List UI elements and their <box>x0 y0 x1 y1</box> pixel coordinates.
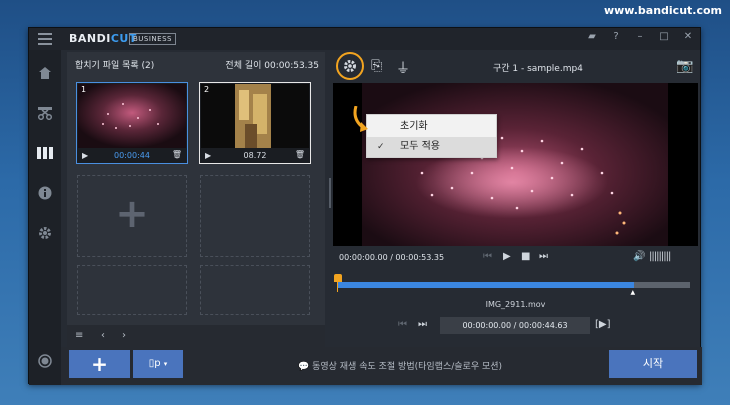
hamburger-menu-icon[interactable] <box>38 33 52 45</box>
file-item-2[interactable]: 2 ▶ 08.72 🗑 <box>199 82 311 164</box>
panel-splitter[interactable] <box>329 178 331 208</box>
video-preview[interactable] <box>333 83 698 246</box>
fireworks-thumbnail <box>78 84 186 148</box>
chevron-left-icon[interactable]: ‹ <box>101 330 105 341</box>
home-icon[interactable] <box>29 58 61 88</box>
merge-icon[interactable] <box>29 138 61 168</box>
settings-button[interactable] <box>336 52 364 80</box>
play-icon[interactable]: ▶ <box>205 151 211 160</box>
segment-prev-icon[interactable]: ⏮ <box>398 319 407 330</box>
output-mode-button[interactable]: ▯p ▾ <box>133 350 183 378</box>
next-frame-icon[interactable]: ⏭ <box>539 251 548 262</box>
play-icon[interactable]: ▶ <box>82 151 88 160</box>
file-item-bar: ▶ 00:00:44 🗑 <box>77 148 187 163</box>
file-list-header: 합치기 파일 목록 (2) 전체 길이 00:00:53.35 <box>75 58 319 72</box>
play-icon[interactable]: ▶ <box>503 251 511 262</box>
file-number: 2 <box>204 85 210 94</box>
segment-next-icon[interactable]: ⏭ <box>418 319 427 330</box>
add-file-slot[interactable]: + <box>77 175 187 257</box>
file-item-1[interactable]: 1 ▶ 00:00:44 🗑 <box>76 82 188 164</box>
file-duration: 00:00:44 <box>114 151 150 160</box>
file-list-footer: ≡ ‹ › <box>67 325 325 347</box>
menu-item-apply-all[interactable]: ✓ 모두 적용 <box>367 137 496 157</box>
site-url: www.bandicut.com <box>603 4 722 17</box>
volume-slider[interactable]: ||||||||| <box>649 251 671 262</box>
callout-arrow-icon <box>353 106 368 132</box>
trash-icon[interactable]: 🗑 <box>295 150 305 159</box>
plus-icon: + <box>115 191 149 237</box>
trash-icon[interactable]: 🗑 <box>172 150 182 159</box>
timeline[interactable]: ▲ <box>334 274 690 296</box>
merge-file-list-panel: 합치기 파일 목록 (2) 전체 길이 00:00:53.35 1 ▶ 00:0… <box>67 52 325 347</box>
menu-item-reset[interactable]: 초기화 <box>367 117 496 137</box>
title-bar: BANDICUT BUSINESS ▰ ? – □ ✕ <box>29 28 700 50</box>
settings-dropdown-menu: 초기화 ✓ 모두 적용 <box>366 114 497 158</box>
empty-slot <box>200 265 310 315</box>
segment-time-field[interactable]: 00:00:00.00 / 00:00:44.63 <box>440 317 590 334</box>
settings-icon[interactable] <box>29 218 61 248</box>
help-icon[interactable]: ? <box>610 31 622 42</box>
flip-icon[interactable]: ⏚ <box>396 58 410 78</box>
check-icon: ✓ <box>377 142 385 152</box>
timeline-selection <box>337 282 634 288</box>
speed-tip-link[interactable]: 💬 동영상 재생 속도 조절 방법(타임랩스/슬로우 모션) <box>298 359 502 372</box>
play-segment-icon[interactable]: [▶] <box>595 319 611 330</box>
chevron-right-icon[interactable]: › <box>122 330 126 341</box>
add-file-button[interactable]: + <box>69 350 130 378</box>
segment-title: 구간 1 - sample.mp4 <box>493 64 583 74</box>
window-controls: ▰ ? – □ ✕ <box>586 31 694 42</box>
edition-badge: BUSINESS <box>129 33 176 45</box>
app-window: BANDICUT BUSINESS ▰ ? – □ ✕ 합치기 파일 목록 (2… <box>28 27 702 385</box>
chat-icon: 💬 <box>298 362 313 372</box>
start-marker-handle[interactable] <box>334 274 342 282</box>
portrait-video-thumbnail <box>201 84 309 148</box>
app-logo: BANDICUT <box>69 32 137 45</box>
chevron-down-icon: ▾ <box>163 360 168 368</box>
cut-icon[interactable] <box>29 98 61 128</box>
close-icon[interactable]: ✕ <box>682 31 694 42</box>
file-list-title: 합치기 파일 목록 (2) <box>75 61 155 71</box>
clip-filename: IMG_2911.mov <box>485 300 546 309</box>
empty-slot <box>77 265 187 315</box>
file-number: 1 <box>81 85 87 94</box>
volume-icon[interactable]: 🔊 <box>633 251 645 262</box>
total-length: 전체 길이 00:00:53.35 <box>225 61 319 71</box>
stop-icon[interactable]: ■ <box>521 251 530 262</box>
file-duration: 08.72 <box>243 151 267 160</box>
left-sidebar <box>29 50 61 385</box>
file-item-bar: ▶ 08.72 🗑 <box>200 148 310 163</box>
list-view-icon[interactable]: ≡ <box>75 330 83 341</box>
preview-toolbar: ⎘ ⏚ 구간 1 - sample.mp4 📷 <box>333 52 698 82</box>
bottom-bar: + ▯p ▾ 💬 동영상 재생 속도 조절 방법(타임랩스/슬로우 모션) 시작 <box>61 347 702 385</box>
prev-frame-icon[interactable]: ⏮ <box>483 251 492 262</box>
playback-time: 00:00:00.00 / 00:00:53.35 <box>339 253 445 262</box>
folder-icon[interactable]: ▰ <box>586 31 598 42</box>
playback-controls: 00:00:00.00 / 00:00:53.35 ⏮ ▶ ■ ⏭ 🔊 ||||… <box>333 248 698 268</box>
start-button[interactable]: 시작 <box>609 350 697 378</box>
info-icon[interactable] <box>29 178 61 208</box>
rotate-icon[interactable]: ⎘ <box>371 58 382 74</box>
fireworks-frame <box>362 83 668 246</box>
maximize-icon[interactable]: □ <box>658 31 670 42</box>
camera-icon[interactable]: 📷 <box>676 58 693 74</box>
minimize-icon[interactable]: – <box>634 31 646 42</box>
end-marker-handle[interactable]: ▲ <box>631 289 636 296</box>
gear-icon <box>344 60 356 72</box>
record-icon[interactable] <box>29 346 61 376</box>
empty-slot <box>200 175 310 257</box>
segment-controls: ⏮ ⏭ 00:00:00.00 / 00:00:44.63 [▶] <box>333 315 698 335</box>
